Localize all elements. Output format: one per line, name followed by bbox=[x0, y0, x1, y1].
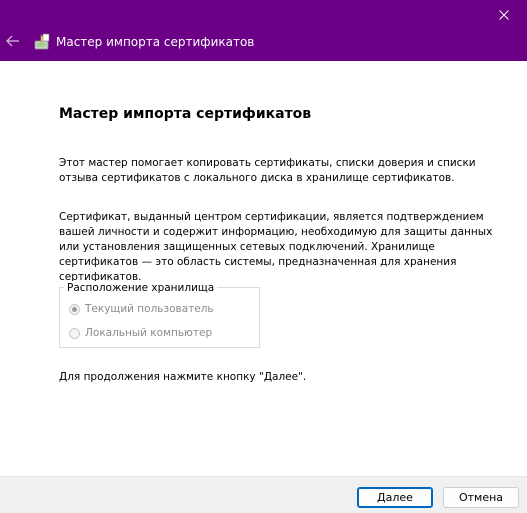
back-button[interactable] bbox=[0, 28, 26, 54]
radio-current-user[interactable]: Текущий пользователь bbox=[69, 302, 214, 316]
radio-button-unchecked[interactable] bbox=[69, 327, 80, 339]
page-title: Мастер импорта сертификатов bbox=[59, 106, 312, 122]
title-bar: Мастер импорта сертификатов bbox=[0, 0, 527, 61]
store-location-legend: Расположение хранилища bbox=[64, 281, 218, 295]
window-title: Мастер импорта сертификатов bbox=[56, 35, 255, 49]
close-button[interactable] bbox=[481, 0, 527, 30]
cancel-button[interactable]: Отмена bbox=[443, 487, 519, 508]
description-paragraph: Сертификат, выданный центром сертификаци… bbox=[59, 211, 493, 283]
certificate-import-wizard-window: Мастер импорта сертификатов Мастер импор… bbox=[0, 0, 527, 513]
radio-local-machine[interactable]: Локальный компьютер bbox=[69, 326, 212, 340]
radio-local-machine-label: Локальный компьютер bbox=[85, 327, 213, 339]
continue-hint: Для продолжения нажмите кнопку "Далее". bbox=[59, 371, 307, 383]
next-button[interactable]: Далее bbox=[357, 487, 433, 508]
certificate-wizard-icon bbox=[34, 33, 50, 50]
intro-paragraph: Этот мастер помогает копировать сертифик… bbox=[59, 157, 476, 184]
close-icon bbox=[499, 10, 509, 20]
back-arrow-icon bbox=[6, 35, 19, 47]
radio-button-checked[interactable] bbox=[69, 303, 80, 315]
radio-current-user-label: Текущий пользователь bbox=[85, 303, 214, 315]
